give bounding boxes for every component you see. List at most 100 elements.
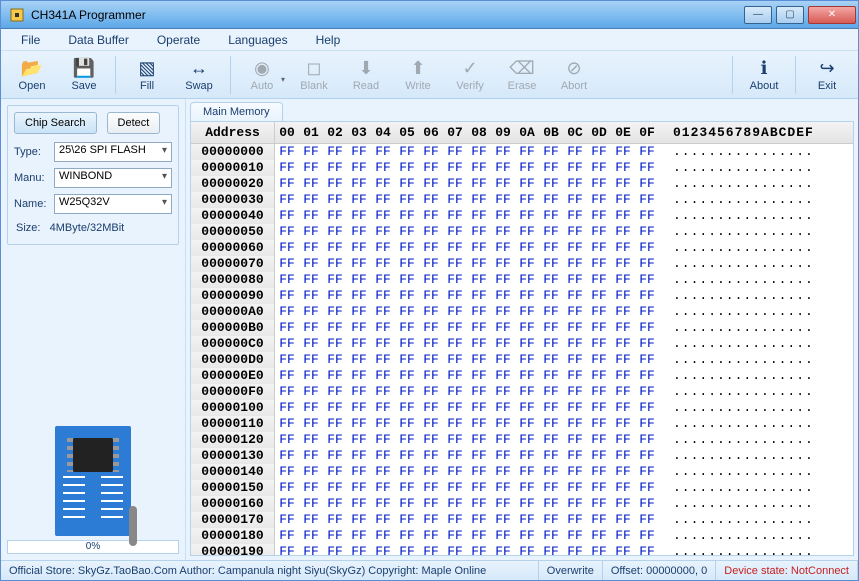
tab-main-memory[interactable]: Main Memory: [190, 102, 283, 121]
byte-cell[interactable]: FF: [467, 352, 491, 368]
byte-cell[interactable]: FF: [443, 416, 467, 432]
byte-cell[interactable]: FF: [635, 304, 659, 320]
byte-cell[interactable]: FF: [635, 192, 659, 208]
hex-row[interactable]: 00000030FFFFFFFFFFFFFFFFFFFFFFFFFFFFFFFF…: [191, 192, 853, 208]
byte-cell[interactable]: FF: [611, 400, 635, 416]
byte-cell[interactable]: FF: [491, 288, 515, 304]
byte-cell[interactable]: FF: [467, 224, 491, 240]
byte-cell[interactable]: FF: [299, 272, 323, 288]
byte-cell[interactable]: FF: [539, 272, 563, 288]
byte-cell[interactable]: FF: [563, 464, 587, 480]
byte-cell[interactable]: FF: [587, 464, 611, 480]
byte-cell[interactable]: FF: [419, 448, 443, 464]
byte-cell[interactable]: FF: [371, 224, 395, 240]
byte-cell[interactable]: FF: [539, 368, 563, 384]
byte-cell[interactable]: FF: [491, 448, 515, 464]
byte-cell[interactable]: FF: [323, 352, 347, 368]
byte-cell[interactable]: FF: [323, 176, 347, 192]
byte-cell[interactable]: FF: [635, 400, 659, 416]
hex-row[interactable]: 00000150FFFFFFFFFFFFFFFFFFFFFFFFFFFFFFFF…: [191, 480, 853, 496]
byte-cell[interactable]: FF: [275, 208, 299, 224]
byte-cell[interactable]: FF: [635, 256, 659, 272]
byte-cell[interactable]: FF: [611, 496, 635, 512]
abort-button[interactable]: ⊘Abort: [549, 53, 599, 97]
byte-cell[interactable]: FF: [563, 400, 587, 416]
byte-cell[interactable]: FF: [467, 384, 491, 400]
byte-cell[interactable]: FF: [299, 336, 323, 352]
byte-cell[interactable]: FF: [539, 528, 563, 544]
byte-cell[interactable]: FF: [347, 304, 371, 320]
byte-cell[interactable]: FF: [347, 416, 371, 432]
byte-cell[interactable]: FF: [395, 176, 419, 192]
byte-cell[interactable]: FF: [515, 480, 539, 496]
byte-cell[interactable]: FF: [395, 384, 419, 400]
byte-cell[interactable]: FF: [371, 384, 395, 400]
hex-row[interactable]: 00000000FFFFFFFFFFFFFFFFFFFFFFFFFFFFFFFF…: [191, 144, 853, 160]
byte-cell[interactable]: FF: [419, 304, 443, 320]
byte-cell[interactable]: FF: [443, 544, 467, 555]
byte-cell[interactable]: FF: [467, 464, 491, 480]
byte-cell[interactable]: FF: [299, 448, 323, 464]
byte-cell[interactable]: FF: [587, 448, 611, 464]
byte-cell[interactable]: FF: [419, 160, 443, 176]
byte-cell[interactable]: FF: [371, 144, 395, 160]
byte-cell[interactable]: FF: [371, 368, 395, 384]
byte-cell[interactable]: FF: [491, 480, 515, 496]
byte-cell[interactable]: FF: [563, 224, 587, 240]
byte-cell[interactable]: FF: [611, 256, 635, 272]
byte-cell[interactable]: FF: [371, 416, 395, 432]
byte-cell[interactable]: FF: [515, 528, 539, 544]
byte-cell[interactable]: FF: [491, 304, 515, 320]
byte-cell[interactable]: FF: [299, 160, 323, 176]
hex-row[interactable]: 00000070FFFFFFFFFFFFFFFFFFFFFFFFFFFFFFFF…: [191, 256, 853, 272]
byte-cell[interactable]: FF: [443, 384, 467, 400]
byte-cell[interactable]: FF: [347, 192, 371, 208]
hex-row[interactable]: 00000020FFFFFFFFFFFFFFFFFFFFFFFFFFFFFFFF…: [191, 176, 853, 192]
byte-cell[interactable]: FF: [371, 160, 395, 176]
byte-cell[interactable]: FF: [563, 320, 587, 336]
byte-cell[interactable]: FF: [395, 528, 419, 544]
byte-cell[interactable]: FF: [539, 256, 563, 272]
byte-cell[interactable]: FF: [275, 448, 299, 464]
byte-cell[interactable]: FF: [515, 208, 539, 224]
byte-cell[interactable]: FF: [539, 208, 563, 224]
byte-cell[interactable]: FF: [491, 384, 515, 400]
hex-row[interactable]: 000000B0FFFFFFFFFFFFFFFFFFFFFFFFFFFFFFFF…: [191, 320, 853, 336]
byte-cell[interactable]: FF: [611, 544, 635, 555]
byte-cell[interactable]: FF: [539, 496, 563, 512]
byte-cell[interactable]: FF: [539, 176, 563, 192]
hex-row[interactable]: 000000D0FFFFFFFFFFFFFFFFFFFFFFFFFFFFFFFF…: [191, 352, 853, 368]
byte-cell[interactable]: FF: [323, 528, 347, 544]
hex-row[interactable]: 00000180FFFFFFFFFFFFFFFFFFFFFFFFFFFFFFFF…: [191, 528, 853, 544]
byte-cell[interactable]: FF: [611, 304, 635, 320]
byte-cell[interactable]: FF: [347, 144, 371, 160]
byte-cell[interactable]: FF: [587, 384, 611, 400]
byte-cell[interactable]: FF: [347, 480, 371, 496]
byte-cell[interactable]: FF: [515, 272, 539, 288]
byte-cell[interactable]: FF: [347, 496, 371, 512]
byte-cell[interactable]: FF: [419, 432, 443, 448]
byte-cell[interactable]: FF: [443, 464, 467, 480]
byte-cell[interactable]: FF: [443, 192, 467, 208]
byte-cell[interactable]: FF: [611, 160, 635, 176]
byte-cell[interactable]: FF: [587, 400, 611, 416]
byte-cell[interactable]: FF: [491, 208, 515, 224]
byte-cell[interactable]: FF: [299, 352, 323, 368]
byte-cell[interactable]: FF: [491, 336, 515, 352]
byte-cell[interactable]: FF: [371, 288, 395, 304]
byte-cell[interactable]: FF: [467, 320, 491, 336]
hex-row[interactable]: 00000110FFFFFFFFFFFFFFFFFFFFFFFFFFFFFFFF…: [191, 416, 853, 432]
byte-cell[interactable]: FF: [323, 448, 347, 464]
byte-cell[interactable]: FF: [395, 544, 419, 555]
byte-cell[interactable]: FF: [299, 512, 323, 528]
hex-row[interactable]: 000000F0FFFFFFFFFFFFFFFFFFFFFFFFFFFFFFFF…: [191, 384, 853, 400]
byte-cell[interactable]: FF: [635, 208, 659, 224]
byte-cell[interactable]: FF: [587, 304, 611, 320]
byte-cell[interactable]: FF: [395, 512, 419, 528]
byte-cell[interactable]: FF: [347, 256, 371, 272]
byte-cell[interactable]: FF: [539, 160, 563, 176]
byte-cell[interactable]: FF: [587, 208, 611, 224]
byte-cell[interactable]: FF: [563, 416, 587, 432]
byte-cell[interactable]: FF: [443, 320, 467, 336]
byte-cell[interactable]: FF: [587, 480, 611, 496]
